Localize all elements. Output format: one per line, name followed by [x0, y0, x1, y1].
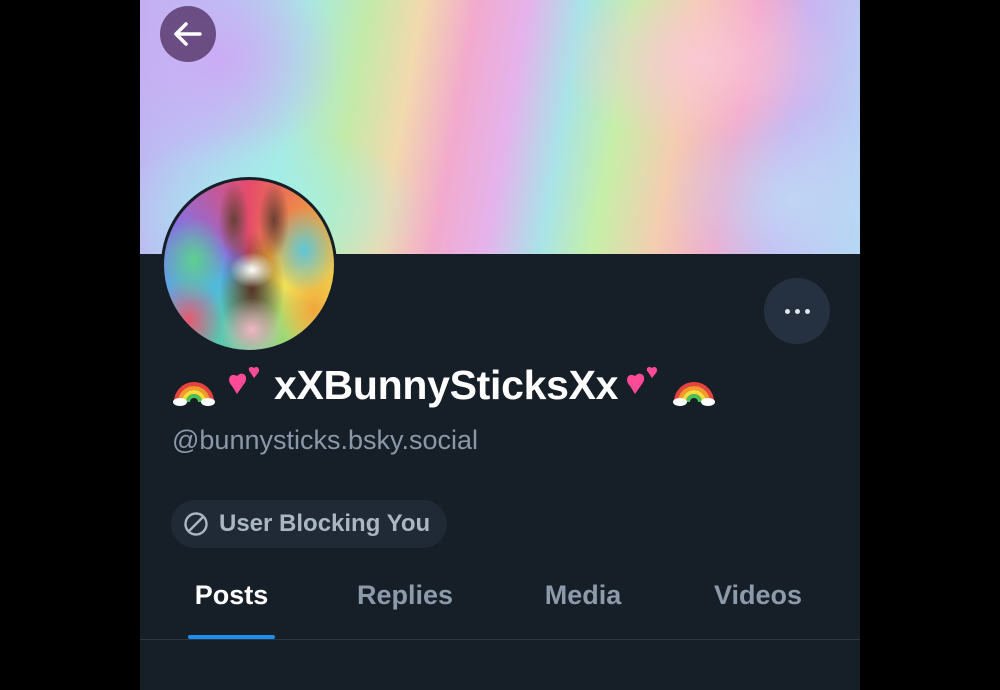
profile-screen: xXBunnySticksXx @bunnysticks.bsky.social…: [140, 0, 860, 690]
blocking-status-badge: User Blocking You: [171, 500, 448, 548]
user-handle: @bunnysticks.bsky.social: [172, 425, 479, 455]
arrow-left-icon: [174, 22, 202, 46]
tab-posts[interactable]: Posts: [188, 568, 275, 639]
tab-label: Posts: [194, 580, 269, 610]
more-dot-icon: [804, 308, 810, 314]
more-dot-icon: [794, 308, 800, 314]
blocking-status-text: User Blocking You: [219, 510, 431, 537]
back-button[interactable]: [160, 6, 216, 62]
profile-tabs: Posts Replies Media Videos: [140, 568, 860, 640]
tab-replies[interactable]: Replies: [347, 568, 463, 639]
display-name: xXBunnySticksXx: [172, 362, 724, 409]
rainbow-emoji: [173, 381, 215, 406]
tab-label: Videos: [713, 580, 803, 610]
active-tab-indicator: [188, 635, 275, 639]
tab-label: Media: [544, 580, 622, 610]
tab-label: Replies: [356, 580, 454, 610]
rainbow-emoji: [673, 381, 716, 406]
more-options-button[interactable]: [764, 278, 830, 344]
display-name-text: xXBunnySticksXx: [274, 362, 619, 408]
avatar[interactable]: [161, 177, 337, 353]
tab-videos[interactable]: Videos: [704, 568, 812, 639]
tab-media[interactable]: Media: [533, 568, 633, 639]
two-hearts-emoji: [229, 366, 260, 394]
two-hearts-emoji: [627, 366, 658, 394]
more-dot-icon: [784, 308, 790, 314]
block-icon: [184, 512, 208, 536]
